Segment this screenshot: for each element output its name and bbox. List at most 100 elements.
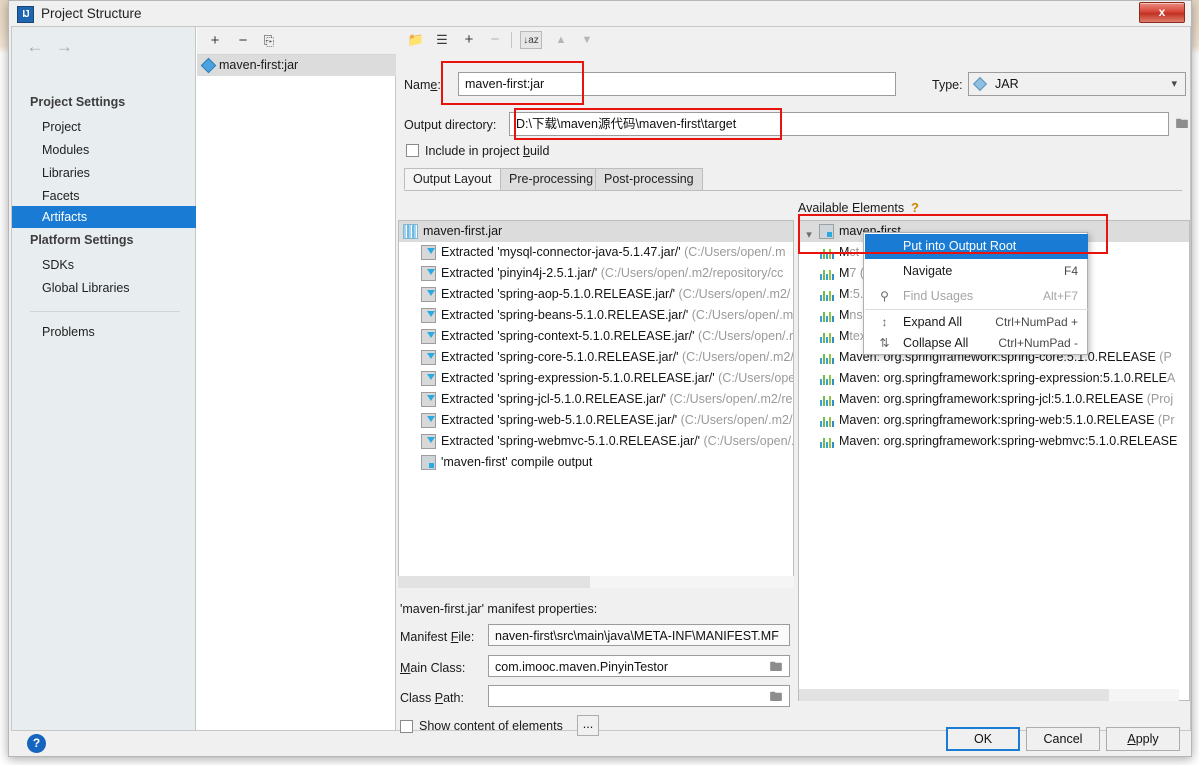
chevron-down-icon: ▾	[1171, 78, 1177, 90]
manifest-file-input[interactable]: naven-first\src\main\java\META-INF\MANIF…	[488, 624, 790, 646]
remove-element-button[interactable]: −	[486, 31, 504, 49]
tree-row-output-element[interactable]: Extracted 'spring-aop-5.1.0.RELEASE.jar/…	[399, 284, 790, 305]
tree-row-output-element[interactable]: Extracted 'spring-context-5.1.0.RELEASE.…	[399, 326, 793, 347]
extracted-jar-icon	[421, 245, 436, 260]
ok-button[interactable]: OK	[946, 727, 1020, 751]
move-down-button[interactable]: ▼	[578, 31, 596, 49]
project-structure-dialog: IJ Project Structure x ← → Project Setti…	[8, 0, 1192, 757]
tree-row-available-element[interactable]: Maven: org.springframework:spring-expres…	[799, 368, 1175, 389]
sidebar-group-platform-settings: Platform Settings	[30, 233, 134, 247]
output-tree-hscrollbar[interactable]	[398, 576, 794, 588]
context-menu-item-put-into-output-root[interactable]: Put into Output Root	[865, 234, 1088, 259]
tree-row-output-element[interactable]: Extracted 'spring-webmvc-5.1.0.RELEASE.j…	[399, 431, 794, 452]
tree-node-label: 'maven-first' compile output	[441, 455, 593, 469]
manifest-file-label: Manifest File:	[400, 630, 475, 644]
library-icon	[819, 329, 834, 344]
show-content-ellipsis-button[interactable]: ...	[577, 715, 599, 736]
tree-node-label: Extracted 'spring-web-5.1.0.RELEASE.jar/…	[441, 413, 678, 427]
available-tree-hscroll-thumb[interactable]	[799, 689, 1109, 701]
context-item-label: Navigate	[903, 264, 953, 278]
tree-node-path: (C:/Users/open/.m2/	[675, 287, 791, 301]
apply-button[interactable]: Apply	[1106, 727, 1180, 751]
extracted-jar-icon	[421, 350, 436, 365]
tabs-underline	[404, 190, 1182, 191]
sidebar-item-project[interactable]: Project	[12, 116, 196, 138]
artifacts-list-panel: + − ⎘ maven-first:jar	[197, 27, 396, 730]
context-menu-item-find-usages: ⚲ Find Usages Alt+F7	[865, 284, 1088, 309]
output-layout-tree[interactable]: maven-first.jar Extracted 'mysql-connect…	[398, 220, 794, 588]
add-archive-button[interactable]: ☰	[434, 31, 450, 49]
tree-node-path: (C:/Users/open/.	[700, 434, 794, 448]
extracted-jar-icon	[421, 287, 436, 302]
tree-node-label: Extracted 'spring-core-5.1.0.RELEASE.jar…	[441, 350, 679, 364]
sidebar-item-sdks[interactable]: SDKs	[12, 254, 196, 276]
main-class-input[interactable]: com.imooc.maven.PinyinTestor	[488, 655, 790, 677]
add-artifact-button[interactable]: +	[205, 31, 225, 51]
artifact-name-input[interactable]: maven-first:jar	[458, 72, 896, 96]
show-content-checkbox[interactable]	[400, 720, 413, 733]
sidebar-item-global-libraries[interactable]: Global Libraries	[12, 277, 196, 299]
class-path-input[interactable]	[488, 685, 790, 707]
arrow-left-icon[interactable]: ←	[22, 37, 48, 59]
tree-row-output-element[interactable]: Extracted 'pinyin4j-2.5.1.jar/' (C:/User…	[399, 263, 783, 284]
add-directory-button[interactable]: 📁	[406, 31, 426, 49]
tree-row-available-element[interactable]: Maven: org.springframework:spring-jcl:5.…	[799, 389, 1173, 410]
copy-artifact-button[interactable]: ⎘	[259, 31, 279, 51]
settings-sidebar: ← → Project Settings Project Modules Lib…	[12, 27, 196, 730]
artifact-list-item-maven-first[interactable]: maven-first:jar	[197, 55, 396, 76]
tree-row-available-element[interactable]: Maven: org.springframework:spring-web:5.…	[799, 410, 1175, 431]
tree-node-label: Extracted 'spring-expression-5.1.0.RELEA…	[441, 371, 715, 385]
intellij-logo-icon: IJ	[17, 6, 34, 23]
tree-node-path: (C:/Users/open/.r	[694, 329, 794, 343]
tree-node-label: Maven: org.springframework:spring-webmvc…	[839, 434, 1178, 448]
available-elements-help-icon[interactable]: ?	[911, 200, 919, 215]
sidebar-item-facets[interactable]: Facets	[12, 185, 196, 207]
main-class-browse-icon[interactable]: 🖿	[766, 658, 786, 676]
cancel-button[interactable]: Cancel	[1026, 727, 1100, 751]
tree-node-scope: A	[1166, 371, 1176, 385]
library-icon	[819, 245, 834, 260]
dialog-titlebar[interactable]: IJ Project Structure x	[9, 1, 1193, 28]
sidebar-item-libraries[interactable]: Libraries	[12, 162, 196, 184]
close-icon[interactable]: x	[1139, 2, 1185, 23]
output-directory-input[interactable]: D:\下载\maven源代码\maven-first\target	[509, 112, 1169, 136]
tree-row-output-element[interactable]: Extracted 'spring-core-5.1.0.RELEASE.jar…	[399, 347, 793, 368]
tree-row-root[interactable]: maven-first.jar	[399, 221, 793, 242]
tree-node-path: (C:/Users/open/.m2/re	[666, 392, 793, 406]
output-tree-hscroll-thumb[interactable]	[398, 576, 590, 588]
sort-by-name-button[interactable]: ↓az	[520, 31, 542, 49]
available-tree-hscrollbar[interactable]	[799, 689, 1179, 701]
tab-output-layout[interactable]: Output Layout	[404, 168, 501, 190]
include-in-build-checkbox[interactable]	[406, 144, 419, 157]
sidebar-item-problems[interactable]: Problems	[12, 321, 196, 343]
tree-node-label: M	[839, 287, 850, 301]
arrow-right-icon[interactable]: →	[51, 37, 77, 59]
tree-row-output-element[interactable]: Extracted 'spring-expression-5.1.0.RELEA…	[399, 368, 793, 389]
tree-context-menu[interactable]: Put into Output Root Navigate F4 ⚲ Find …	[863, 232, 1088, 355]
tree-node-scope: (Proj	[1143, 392, 1174, 406]
move-up-button[interactable]: ▲	[552, 31, 570, 49]
tree-row-output-element[interactable]: Extracted 'spring-jcl-5.1.0.RELEASE.jar/…	[399, 389, 792, 410]
remove-artifact-button[interactable]: −	[233, 31, 253, 51]
include-in-build-label: Include in project build	[425, 144, 550, 158]
help-icon[interactable]: ?	[27, 734, 46, 753]
tree-node-label: Maven: org.springframework:spring-expres…	[839, 371, 1167, 385]
tree-row-output-element[interactable]: Extracted 'spring-beans-5.1.0.RELEASE.ja…	[399, 305, 793, 326]
context-menu-item-navigate[interactable]: Navigate F4	[865, 259, 1088, 284]
tree-row-output-element[interactable]: 'maven-first' compile output	[399, 452, 592, 473]
artifact-type-select[interactable]: JAR ▾	[968, 72, 1186, 96]
class-path-browse-icon[interactable]: 🖿	[766, 688, 786, 706]
tree-row-available-element[interactable]: Maven: org.springframework:spring-webmvc…	[799, 431, 1177, 452]
tree-row-output-element[interactable]: Extracted 'mysql-connector-java-5.1.47.j…	[399, 242, 785, 263]
tree-row-output-element[interactable]: Extracted 'spring-web-5.1.0.RELEASE.jar/…	[399, 410, 792, 431]
tab-post-processing[interactable]: Post-processing	[595, 168, 703, 190]
context-menu-item-collapse-all[interactable]: ⇅ Collapse All Ctrl+NumPad -	[865, 331, 1088, 356]
sidebar-group-project-settings: Project Settings	[30, 95, 126, 109]
browse-folder-icon[interactable]: 🖿	[1172, 115, 1192, 133]
sidebar-item-modules[interactable]: Modules	[12, 139, 196, 161]
tab-pre-processing[interactable]: Pre-processing	[500, 168, 603, 190]
name-label: Name:	[404, 78, 441, 92]
add-copy-of-button[interactable]: +	[460, 31, 478, 49]
manifest-properties-title: 'maven-first.jar' manifest properties:	[400, 602, 598, 616]
sidebar-item-artifacts[interactable]: Artifacts	[12, 206, 196, 228]
